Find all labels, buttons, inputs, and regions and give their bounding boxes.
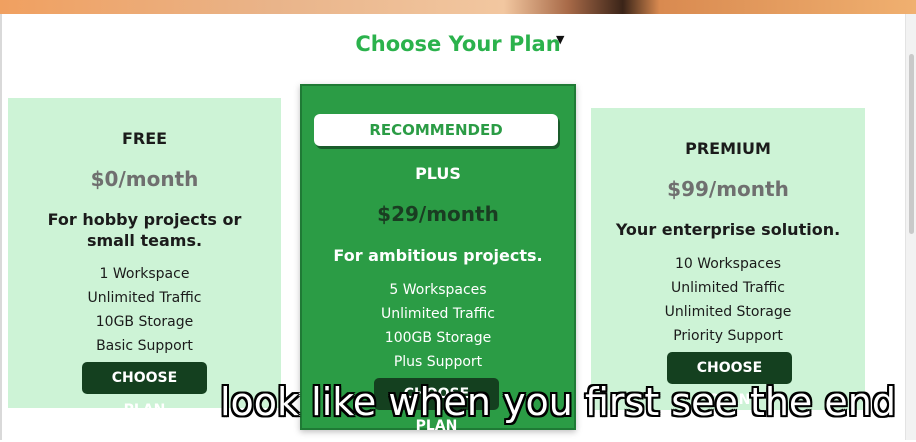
plan-description: For hobby projects or small teams. [47, 210, 242, 250]
page-title: Choose Your Plan [355, 32, 561, 56]
plan-card-free: FREE $0/month For hobby projects or smal… [8, 98, 281, 418]
plan-name: FREE [121, 129, 168, 148]
scrollbar-thumb[interactable] [909, 54, 914, 234]
feature-item: Unlimited Storage [664, 304, 792, 320]
plan-price: $0/month [90, 167, 199, 191]
plan-price: $99/month [667, 177, 789, 201]
mouse-cursor-icon: ▼ [556, 33, 565, 46]
feature-item: Unlimited Traffic [381, 306, 495, 322]
feature-item: Priority Support [673, 328, 783, 344]
feature-item: Basic Support [96, 338, 193, 354]
feature-list: 10 Workspaces Unlimited Traffic Unlimite… [591, 252, 865, 348]
feature-item: 10GB Storage [95, 314, 194, 330]
feature-list: 1 Workspace Unlimited Traffic 10GB Stora… [8, 262, 281, 358]
plan-description: Your enterprise solution. [615, 220, 841, 239]
feature-item: 1 Workspace [99, 266, 190, 282]
choose-plan-button-free[interactable]: CHOOSE PLAN [82, 362, 207, 418]
feature-list: 5 Workspaces Unlimited Traffic 100GB Sto… [300, 278, 576, 374]
plan-description: For ambitious projects. [333, 246, 543, 265]
hero-image-strip [0, 0, 916, 14]
scrollbar[interactable] [905, 14, 916, 440]
feature-item: Unlimited Traffic [87, 290, 202, 306]
window-edge [0, 14, 2, 440]
feature-item: 10 Workspaces [674, 256, 782, 272]
feature-item: 100GB Storage [384, 330, 492, 346]
recommended-badge: RECOMMENDED [314, 114, 558, 146]
plan-name: PLUS [415, 164, 461, 183]
feature-item: Plus Support [393, 354, 483, 370]
video-caption: look like when you first see the end [220, 380, 896, 424]
plan-card-premium: PREMIUM $99/month Your enterprise soluti… [591, 108, 865, 410]
plan-name: PREMIUM [685, 139, 771, 158]
feature-item: 5 Workspaces [389, 282, 487, 298]
feature-item: Unlimited Traffic [671, 280, 785, 296]
plan-price: $29/month [377, 202, 499, 226]
